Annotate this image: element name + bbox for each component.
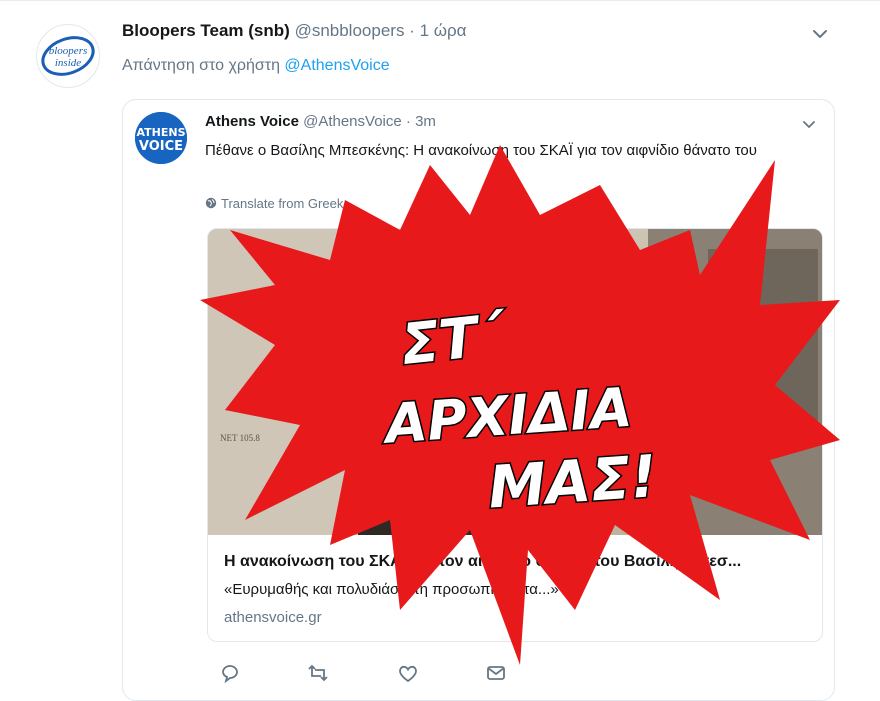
author-name[interactable]: Bloopers Team (snb) [122, 21, 290, 40]
avatar[interactable]: bloopers inside [36, 24, 100, 88]
avatar-text-2: inside [55, 57, 81, 69]
quoted-separator: · [401, 113, 416, 130]
photo-caption: NET 105.8 [220, 433, 260, 443]
reply-icon[interactable] [219, 662, 241, 684]
avatar-text-1: bloopers [49, 45, 88, 57]
message-icon[interactable] [485, 662, 507, 684]
quoted-author-handle[interactable]: @AthensVoice [303, 113, 402, 130]
tweet-header: Bloopers Team (snb) @snbbloopers · 1 ώρα [122, 20, 467, 42]
like-icon[interactable] [397, 662, 419, 684]
quoted-avatar[interactable]: ATHENS VOICE [135, 112, 187, 164]
retweet-icon[interactable] [307, 662, 329, 684]
reply-context: Απάντηση στο χρήστη @AthensVoice [122, 57, 390, 75]
card-domain[interactable]: athensvoice.gr [224, 609, 322, 626]
top-divider [0, 0, 880, 1]
tweet-actions [207, 662, 607, 686]
tweet-time[interactable]: 1 ώρα [420, 21, 467, 40]
author-handle[interactable]: @snbbloopers [295, 21, 405, 40]
translate-link[interactable]: Translate from Greek [205, 196, 343, 211]
globe-icon [205, 197, 217, 209]
quoted-chevron-down-icon[interactable] [801, 116, 817, 132]
quoted-time[interactable]: 3m [415, 113, 436, 130]
quoted-author-name[interactable]: Athens Voice [205, 113, 299, 130]
reply-to-link[interactable]: @AthensVoice [284, 57, 389, 74]
chevron-down-icon[interactable] [810, 24, 830, 44]
quoted-text: Πέθανε ο Βασίλης Μπεσκένης: Η ανακοίνωση… [205, 142, 757, 159]
quoted-avatar-line-2: VOICE [139, 139, 183, 154]
separator: · [404, 21, 420, 40]
quoted-avatar-line-1: ATHENS [136, 126, 185, 139]
quoted-header: Athens Voice @AthensVoice · 3m [205, 113, 436, 130]
translate-label: Translate from Greek [221, 196, 344, 211]
reply-prefix: Απάντηση στο χρήστη [122, 57, 285, 74]
